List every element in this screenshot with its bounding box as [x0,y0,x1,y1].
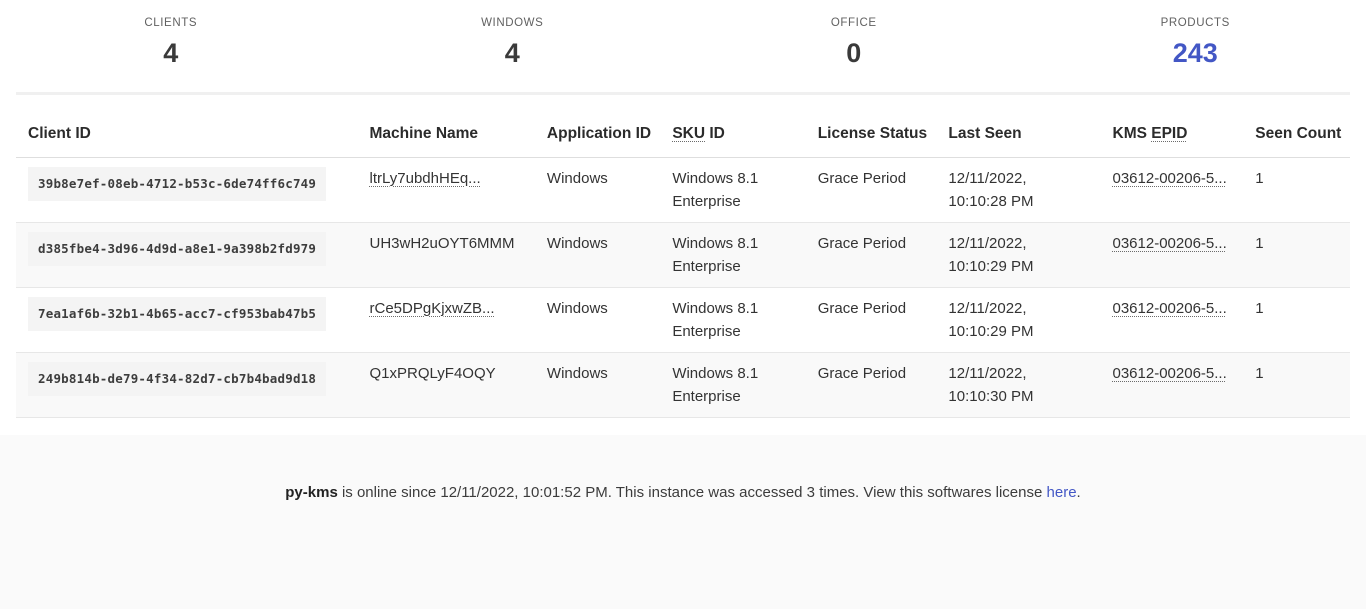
kms-epid[interactable]: 03612-00206-5... [1113,300,1227,317]
client-id-cell: 249b814b-de79-4f34-82d7-cb7b4bad9d18 [16,352,358,417]
application-id-cell: Windows [535,157,660,222]
client-id-chip: 39b8e7ef-08eb-4712-b53c-6de74ff6c749 [28,167,326,201]
client-id-chip: d385fbe4-3d96-4d9d-a8e1-9a398b2fd979 [28,232,326,266]
machine-name-cell: ltrLy7ubdhHEq... [358,157,535,222]
footer: py-kms is online since 12/11/2022, 10:01… [0,435,1366,501]
table-row: d385fbe4-3d96-4d9d-a8e1-9a398b2fd979 UH3w… [16,222,1350,287]
table-row: 39b8e7ef-08eb-4712-b53c-6de74ff6c749 ltrL… [16,157,1350,222]
app-name: py-kms [285,484,338,501]
machine-name: Q1xPRQLyF4OQY [370,365,496,382]
clients-table: Client IDMachine NameApplication IDSKU I… [16,95,1350,418]
machine-name[interactable]: ltrLy7ubdhHEq... [370,170,481,187]
client-id-chip: 249b814b-de79-4f34-82d7-cb7b4bad9d18 [28,362,326,396]
stat-office-value: 0 [683,39,1025,69]
stat-clients-value: 4 [0,39,342,69]
column-header: KMS EPID [1101,95,1244,158]
license-link[interactable]: here [1047,484,1077,501]
kms-epid-cell: 03612-00206-5... [1101,287,1244,352]
machine-name: UH3wH2uOYT6MMM [370,235,515,252]
sku-id-cell: Windows 8.1 Enterprise [660,157,805,222]
stat-clients: CLIENTS 4 [0,17,342,69]
table-body: 39b8e7ef-08eb-4712-b53c-6de74ff6c749 ltrL… [16,157,1350,417]
client-id-cell: d385fbe4-3d96-4d9d-a8e1-9a398b2fd979 [16,222,358,287]
last-seen-cell: 12/11/2022, 10:10:29 PM [936,222,1100,287]
seen-count-cell: 1 [1243,287,1350,352]
table-row: 249b814b-de79-4f34-82d7-cb7b4bad9d18 Q1xP… [16,352,1350,417]
license-status-cell: Grace Period [806,157,937,222]
table-row: 7ea1af6b-32b1-4b65-acc7-cf953bab47b5 rCe5… [16,287,1350,352]
stat-office-label: OFFICE [683,17,1025,29]
footer-status-message: is online since 12/11/2022, 10:01:52 PM.… [338,484,1047,501]
column-header: Last Seen [936,95,1100,158]
column-header: License Status [806,95,937,158]
kms-epid[interactable]: 03612-00206-5... [1113,365,1227,382]
seen-count-cell: 1 [1243,222,1350,287]
machine-name-cell: rCe5DPgKjxwZB... [358,287,535,352]
seen-count-cell: 1 [1243,157,1350,222]
application-id-cell: Windows [535,287,660,352]
client-id-cell: 39b8e7ef-08eb-4712-b53c-6de74ff6c749 [16,157,358,222]
table-header: Client IDMachine NameApplication IDSKU I… [16,95,1350,158]
column-header: Client ID [16,95,358,158]
stat-windows-label: WINDOWS [342,17,684,29]
stat-office: OFFICE 0 [683,17,1025,69]
machine-name-cell: Q1xPRQLyF4OQY [358,352,535,417]
client-id-chip: 7ea1af6b-32b1-4b65-acc7-cf953bab47b5 [28,297,326,331]
stat-windows: WINDOWS 4 [342,17,684,69]
kms-epid[interactable]: 03612-00206-5... [1113,170,1227,187]
seen-count-cell: 1 [1243,352,1350,417]
machine-name[interactable]: rCe5DPgKjxwZB... [370,300,495,317]
stat-products-label: PRODUCTS [1025,17,1366,29]
license-status-cell: Grace Period [806,222,937,287]
column-header: Machine Name [358,95,535,158]
dashboard-card: CLIENTS 4 WINDOWS 4 OFFICE 0 PRODUCTS 24… [0,0,1366,435]
stat-clients-label: CLIENTS [0,17,342,29]
kms-epid-cell: 03612-00206-5... [1101,157,1244,222]
stat-products-value[interactable]: 243 [1025,39,1366,69]
license-status-cell: Grace Period [806,352,937,417]
sku-id-cell: Windows 8.1 Enterprise [660,287,805,352]
footer-suffix: . [1077,484,1081,501]
column-header: SKU ID [660,95,805,158]
last-seen-cell: 12/11/2022, 10:10:28 PM [936,157,1100,222]
abbr-term[interactable]: SKU [672,125,705,142]
kms-epid[interactable]: 03612-00206-5... [1113,235,1227,252]
sku-id-cell: Windows 8.1 Enterprise [660,222,805,287]
column-header: Seen Count [1243,95,1350,158]
column-header: Application ID [535,95,660,158]
machine-name-cell: UH3wH2uOYT6MMM [358,222,535,287]
last-seen-cell: 12/11/2022, 10:10:29 PM [936,287,1100,352]
kms-epid-cell: 03612-00206-5... [1101,222,1244,287]
table-header-row: Client IDMachine NameApplication IDSKU I… [16,95,1350,158]
application-id-cell: Windows [535,222,660,287]
application-id-cell: Windows [535,352,660,417]
footer-status-text: py-kms is online since 12/11/2022, 10:01… [285,484,1080,501]
client-id-cell: 7ea1af6b-32b1-4b65-acc7-cf953bab47b5 [16,287,358,352]
last-seen-cell: 12/11/2022, 10:10:30 PM [936,352,1100,417]
license-status-cell: Grace Period [806,287,937,352]
kms-epid-cell: 03612-00206-5... [1101,352,1244,417]
stat-products: PRODUCTS 243 [1025,17,1366,69]
abbr-term[interactable]: EPID [1151,125,1187,142]
stats-row: CLIENTS 4 WINDOWS 4 OFFICE 0 PRODUCTS 24… [0,0,1366,69]
stat-windows-value: 4 [342,39,684,69]
sku-id-cell: Windows 8.1 Enterprise [660,352,805,417]
